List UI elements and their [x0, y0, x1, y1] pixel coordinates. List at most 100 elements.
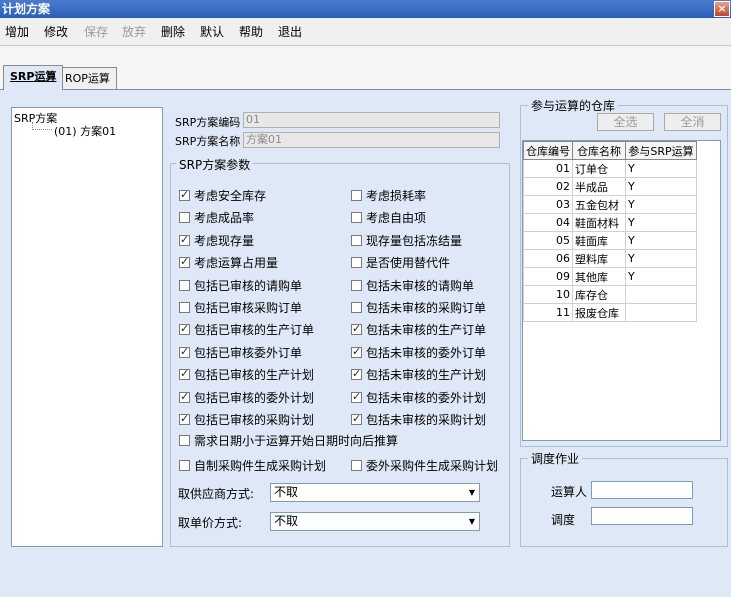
checkbox-box[interactable] — [351, 322, 362, 336]
table-cell[interactable]: 04 — [523, 213, 573, 232]
table-cell[interactable]: 订单仓 — [572, 159, 626, 178]
checkbox-right-6[interactable]: 包括未审核的生产订单 — [351, 321, 486, 338]
checkbox-right-7[interactable]: 包括未审核的委外订单 — [351, 344, 486, 361]
checkbox-self-made[interactable]: 自制采购件生成采购计划 — [179, 457, 326, 474]
checkbox-left-8[interactable]: 包括已审核的生产计划 — [179, 366, 314, 383]
checkbox-left-10[interactable]: 包括已审核的采购计划 — [179, 411, 314, 428]
checkbox-left-6[interactable]: 包括已审核的生产订单 — [179, 321, 314, 338]
grid-header-cell[interactable]: 仓库编号 — [523, 141, 573, 160]
table-cell[interactable]: 02 — [523, 177, 573, 196]
table-cell[interactable]: Y — [625, 249, 697, 268]
help-button[interactable]: 帮助 — [239, 24, 263, 40]
table-cell[interactable]: Y — [625, 213, 697, 232]
operator-input[interactable] — [591, 481, 693, 499]
dispatch-input[interactable] — [591, 507, 693, 525]
checkbox-box[interactable] — [179, 233, 190, 246]
table-row[interactable]: 04 鞋面材料 Y — [523, 213, 697, 232]
warehouse-grid[interactable]: 仓库编号 仓库名称 参与SRP运算 01 订单仓 Y 02 半成品 Y 03 五金包材 Y 04 鞋面材… — [522, 140, 721, 441]
table-cell[interactable]: 03 — [523, 195, 573, 214]
checkbox-left-3[interactable]: 考虑运算占用量 — [179, 254, 278, 271]
table-row[interactable]: 11 报废仓库 — [523, 303, 697, 322]
checkbox-box[interactable] — [351, 460, 362, 471]
edit-button[interactable]: 修改 — [44, 24, 68, 40]
table-cell[interactable]: Y — [625, 267, 697, 286]
table-cell[interactable]: 半成品 — [572, 177, 626, 196]
table-cell[interactable]: 库存仓 — [572, 285, 626, 304]
plan-code-field[interactable]: 01 — [243, 112, 500, 128]
checkbox-box[interactable] — [179, 460, 190, 471]
table-cell[interactable]: 11 — [523, 303, 573, 322]
checkbox-right-9[interactable]: 包括未审核的委外计划 — [351, 389, 486, 406]
checkbox-left-2[interactable]: 考虑现存量 — [179, 232, 254, 249]
supplier-mode-select[interactable]: 不取 ▼ — [270, 483, 480, 502]
table-cell[interactable]: 报废仓库 — [572, 303, 626, 322]
table-row[interactable]: 01 订单仓 Y — [523, 159, 697, 178]
checkbox-left-5[interactable]: 包括已审核采购订单 — [179, 299, 302, 316]
checkbox-right-4[interactable]: 包括未审核的请购单 — [351, 277, 474, 294]
table-cell[interactable] — [625, 303, 697, 322]
discard-button[interactable]: 放弃 — [122, 24, 146, 40]
plan-tree[interactable]: SRP方案 (01) 方案01 — [11, 107, 163, 547]
checkbox-box[interactable] — [351, 390, 362, 403]
checkbox-right-0[interactable]: 考虑损耗率 — [351, 187, 426, 204]
checkbox-box[interactable] — [179, 345, 190, 358]
select-all-button[interactable]: 全选 — [597, 113, 654, 131]
price-mode-select[interactable]: 不取 ▼ — [270, 512, 480, 531]
table-row[interactable]: 05 鞋面库 Y — [523, 231, 697, 250]
chevron-down-icon[interactable]: ▼ — [469, 484, 475, 501]
checkbox-right-8[interactable]: 包括未审核的生产计划 — [351, 366, 486, 383]
checkbox-right-2[interactable]: 现存量包括冻结量 — [351, 232, 462, 249]
checkbox-right-5[interactable]: 包括未审核的采购订单 — [351, 299, 486, 316]
checkbox-left-1[interactable]: 考虑成品率 — [179, 209, 254, 226]
table-row[interactable]: 03 五金包材 Y — [523, 195, 697, 214]
table-cell[interactable]: 10 — [523, 285, 573, 304]
tree-root[interactable]: SRP方案 — [14, 110, 57, 126]
checkbox-box[interactable] — [179, 322, 190, 336]
table-row[interactable]: 06 塑料库 Y — [523, 249, 697, 268]
checkbox-demand-date[interactable]: 需求日期小于运算开始日期时向后推算 — [179, 432, 398, 449]
checkbox-right-1[interactable]: 考虑自由项 — [351, 209, 426, 226]
table-cell[interactable] — [625, 285, 697, 304]
checkbox-box[interactable] — [179, 390, 190, 403]
table-cell[interactable]: 鞋面库 — [572, 231, 626, 250]
checkbox-box[interactable] — [179, 279, 190, 291]
delete-button[interactable]: 删除 — [161, 24, 185, 40]
checkbox-right-10[interactable]: 包括未审核的采购计划 — [351, 411, 486, 428]
grid-header-cell[interactable]: 参与SRP运算 — [625, 141, 697, 160]
checkbox-box[interactable] — [179, 255, 190, 269]
close-icon[interactable]: × — [714, 1, 730, 17]
tab-srp[interactable]: SRP运算 — [3, 65, 64, 90]
checkbox-box[interactable] — [351, 234, 362, 246]
checkbox-box[interactable] — [179, 435, 190, 446]
chevron-down-icon[interactable]: ▼ — [469, 513, 475, 530]
table-cell[interactable]: 五金包材 — [572, 195, 626, 214]
save-button[interactable]: 保存 — [84, 24, 108, 40]
checkbox-box[interactable] — [351, 367, 362, 381]
table-cell[interactable]: Y — [625, 231, 697, 250]
checkbox-box[interactable] — [351, 279, 362, 291]
checkbox-left-9[interactable]: 包括已审核的委外计划 — [179, 389, 314, 406]
plan-name-field[interactable]: 方案01 — [243, 132, 500, 148]
checkbox-box[interactable] — [351, 302, 362, 313]
table-cell[interactable]: 06 — [523, 249, 573, 268]
tab-rop[interactable]: ROP运算 — [58, 67, 117, 90]
checkbox-box[interactable] — [351, 190, 362, 201]
table-row[interactable]: 02 半成品 Y — [523, 177, 697, 196]
checkbox-box[interactable] — [179, 212, 190, 224]
checkbox-box[interactable] — [351, 412, 362, 425]
table-cell[interactable]: 01 — [523, 159, 573, 178]
table-cell[interactable]: Y — [625, 159, 697, 178]
table-cell[interactable]: 鞋面材料 — [572, 213, 626, 232]
table-row[interactable]: 09 其他库 Y — [523, 267, 697, 286]
table-cell[interactable]: 其他库 — [572, 267, 626, 286]
default-button[interactable]: 默认 — [200, 24, 224, 40]
table-row[interactable]: 10 库存仓 — [523, 285, 697, 304]
checkbox-box[interactable] — [179, 412, 190, 425]
clear-all-button[interactable]: 全消 — [664, 113, 721, 131]
checkbox-right-3[interactable]: 是否使用替代件 — [351, 254, 450, 271]
table-cell[interactable]: Y — [625, 195, 697, 214]
add-button[interactable]: 增加 — [5, 24, 29, 40]
table-cell[interactable]: 09 — [523, 267, 573, 286]
exit-button[interactable]: 退出 — [278, 24, 302, 40]
grid-header-cell[interactable]: 仓库名称 — [572, 141, 626, 160]
